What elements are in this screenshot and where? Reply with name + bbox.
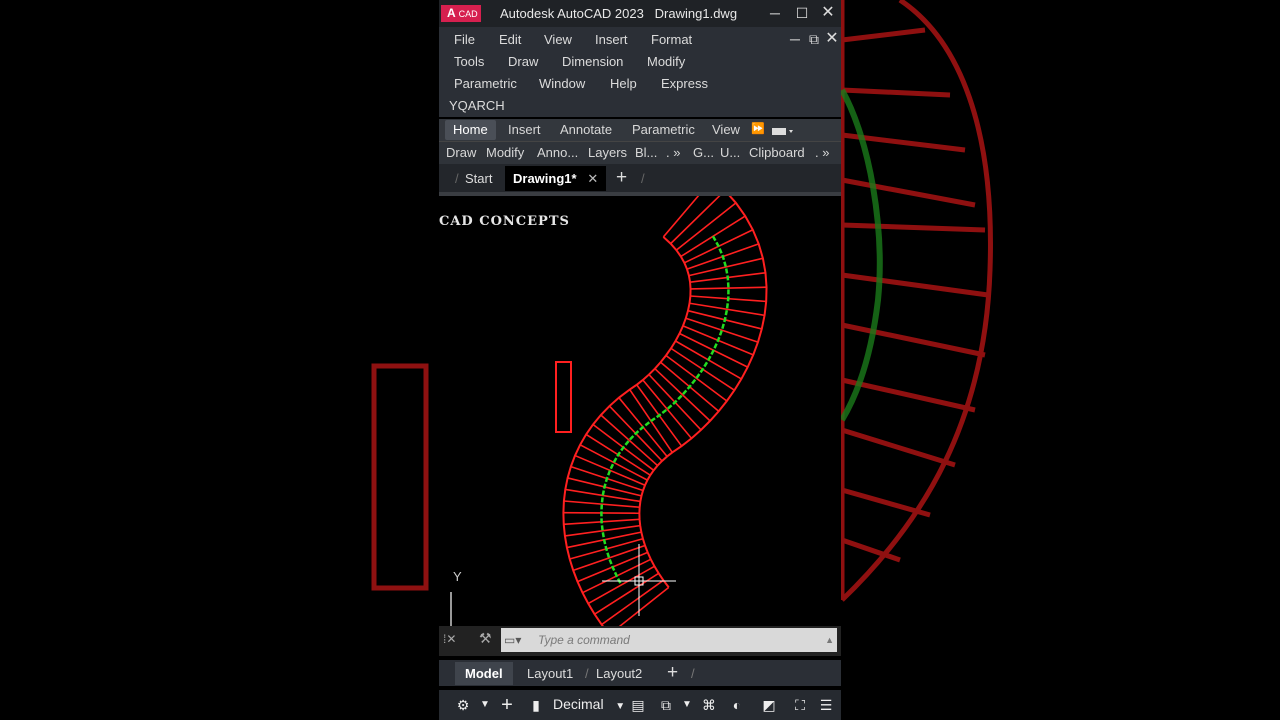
command-line: ⁞✕ ⚒ ▭▾ Type a command ▲: [439, 626, 841, 656]
tab-separator: /: [455, 171, 459, 186]
maximize-button[interactable]: ☐: [791, 3, 813, 23]
panel-layers[interactable]: Layers: [588, 145, 627, 160]
wrench-icon[interactable]: ⚒: [479, 630, 492, 647]
ribbon-toggle-icon[interactable]: [772, 125, 794, 140]
stair-tread: [642, 379, 693, 439]
panel-draw[interactable]: Draw: [446, 145, 476, 160]
command-expand-icon[interactable]: ▲: [825, 628, 834, 652]
isolate-icon[interactable]: ◐: [727, 696, 747, 714]
tab-home[interactable]: Home: [445, 120, 496, 140]
new-tab-button[interactable]: +: [616, 167, 627, 189]
ribbon-toggle-shape: [772, 128, 793, 135]
tab-separator: /: [585, 666, 589, 681]
tab-start[interactable]: Start: [465, 171, 492, 186]
menu-draw[interactable]: Draw: [508, 54, 538, 69]
command-placeholder: Type a command: [538, 633, 630, 647]
tab-layout2[interactable]: Layout2: [596, 666, 642, 681]
file-name: Drawing1.dwg: [654, 6, 738, 21]
viewport-chevron-icon[interactable]: ▼: [677, 696, 697, 714]
command-grip-icon[interactable]: ⁞✕: [443, 632, 456, 646]
tab-insert[interactable]: Insert: [508, 122, 541, 137]
annotation-icon[interactable]: ◩: [759, 696, 779, 714]
menu-help[interactable]: Help: [610, 76, 637, 91]
crosshair-cursor: [602, 544, 676, 616]
units-chevron-icon: ▼: [615, 701, 626, 712]
stair-tread: [680, 215, 746, 258]
file-tabs: / Start Drawing1* ✕ + /: [439, 164, 841, 192]
tab-layout1[interactable]: Layout1: [527, 666, 573, 681]
ribbon-panels: Draw Modify Anno... Layers Bl... . » G..…: [439, 141, 841, 164]
tab-close-icon[interactable]: ✕: [587, 171, 598, 186]
units-icon[interactable]: ▮: [526, 696, 546, 714]
stair-tread: [685, 317, 759, 343]
panel-overflow-2[interactable]: . »: [815, 145, 829, 160]
units-dropdown[interactable]: Decimal ▼: [553, 696, 625, 712]
stair-left-edge: [562, 236, 692, 636]
panel-utilities[interactable]: U...: [720, 145, 740, 160]
viewport-icon[interactable]: ⧉: [656, 696, 676, 714]
grid-plus-icon[interactable]: +: [497, 695, 517, 715]
command-input[interactable]: ▭▾ Type a command ▲: [501, 628, 837, 652]
panel-clipboard[interactable]: Clipboard: [749, 145, 805, 160]
new-layout-button[interactable]: +: [667, 662, 678, 684]
menu-parametric[interactable]: Parametric: [454, 76, 517, 91]
ribbon-tabs: Home Insert Annotate Parametric View ⏩: [439, 119, 841, 141]
tab-parametric[interactable]: Parametric: [632, 122, 695, 137]
tab-model[interactable]: Model: [455, 662, 513, 685]
tab-drawing1-label: Drawing1*: [513, 171, 577, 186]
ucs-y-label: Y: [453, 569, 462, 584]
drawing-canvas[interactable]: CAD CONCEPTS Y: [439, 196, 841, 654]
gear-icon[interactable]: ⚙: [453, 696, 473, 714]
menu-express[interactable]: Express: [661, 76, 708, 91]
workspace-icon[interactable]: ⌘: [699, 696, 719, 714]
window-title: Autodesk AutoCAD 2023 Drawing1.dwg: [500, 6, 737, 21]
close-button[interactable]: ✕: [817, 3, 839, 23]
tab-separator: /: [691, 666, 695, 681]
menu-yqarch[interactable]: YQARCH: [449, 98, 505, 113]
tab-annotate[interactable]: Annotate: [560, 122, 612, 137]
logo-text: CAD: [458, 9, 478, 19]
menu-insert[interactable]: Insert: [595, 32, 628, 47]
panel-blocks[interactable]: Bl...: [635, 145, 657, 160]
properties-icon[interactable]: ▤: [628, 696, 648, 714]
chevron-down-icon[interactable]: ▼: [475, 696, 495, 714]
rectangle-shape: [555, 361, 572, 433]
units-value: Decimal: [553, 696, 604, 712]
menu-format[interactable]: Format: [651, 32, 692, 47]
command-history-icon[interactable]: ▭▾: [504, 628, 521, 652]
curved-stair-drawing: [450, 196, 768, 636]
tab-separator: /: [641, 171, 645, 186]
status-bar: ⚙ ▼ + ▮ Decimal ▼ ▤ ⧉ ▼ ⌘ ◐ ◩ ⛶ ☰: [439, 690, 841, 720]
title-bar: A CAD Autodesk AutoCAD 2023 Drawing1.dwg …: [439, 0, 841, 27]
tab-drawing1[interactable]: Drawing1* ✕: [505, 166, 607, 191]
panel-groups[interactable]: G...: [693, 145, 714, 160]
logo-letter: A: [447, 6, 456, 20]
menu-dimension[interactable]: Dimension: [562, 54, 623, 69]
panel-annotation[interactable]: Anno...: [537, 145, 578, 160]
layout-tabs: Model Layout1 / Layout2 + /: [439, 660, 841, 686]
autocad-logo[interactable]: A CAD: [441, 5, 481, 22]
stair-treads: [562, 196, 768, 636]
autocad-window: A CAD Autodesk AutoCAD 2023 Drawing1.dwg …: [439, 0, 841, 720]
stair-tread: [662, 196, 700, 238]
panel-overflow-1[interactable]: . »: [666, 145, 680, 160]
menu-tools[interactable]: Tools: [454, 54, 484, 69]
ribbon-overflow-icon[interactable]: ⏩: [751, 122, 765, 135]
minimize-button[interactable]: ─: [764, 3, 786, 23]
stair-tread: [601, 579, 664, 626]
app-title: Autodesk AutoCAD 2023: [500, 6, 644, 21]
menu-window[interactable]: Window: [539, 76, 585, 91]
doc-close-button[interactable]: ✕: [821, 29, 841, 49]
tab-view[interactable]: View: [712, 122, 740, 137]
menu-icon[interactable]: ☰: [816, 696, 836, 714]
menu-file[interactable]: File: [454, 32, 475, 47]
fullscreen-icon[interactable]: ⛶: [790, 696, 810, 714]
menu-view[interactable]: View: [544, 32, 572, 47]
menu-edit[interactable]: Edit: [499, 32, 521, 47]
panel-modify[interactable]: Modify: [486, 145, 524, 160]
stair-tread: [690, 286, 767, 290]
menu-bar: File Edit View Insert Format ─ ⧉ ✕ Tools…: [439, 27, 841, 117]
menu-modify[interactable]: Modify: [647, 54, 685, 69]
